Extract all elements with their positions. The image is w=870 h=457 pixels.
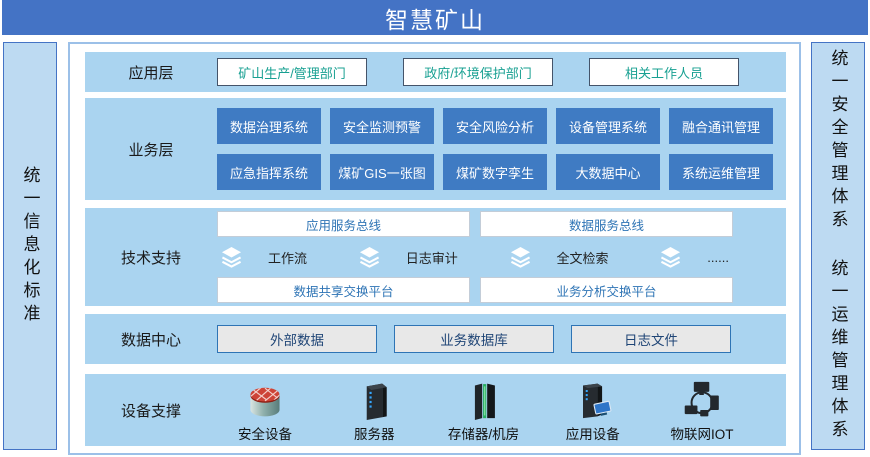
- device-label-application: 应用设备: [566, 423, 620, 443]
- layer-datacenter-label: 数据中心: [85, 314, 217, 364]
- device-iot: 物联网IOT: [654, 378, 750, 443]
- service-log-audit: 日志审计: [359, 246, 458, 268]
- service-label-workflow: 工作流: [268, 248, 307, 267]
- business-button-row-2: 应急指挥系统 煤矿GIS一张图 煤矿数字孪生 大数据中心 系统运维管理: [217, 154, 773, 190]
- device-storage: 存储器/机房: [436, 378, 532, 443]
- layer-device-content: 安全设备 服务器: [217, 374, 750, 446]
- device-server: 服务器: [326, 378, 422, 443]
- business-button-row-1: 数据治理系统 安全监测预警 安全风险分析 设备管理系统 融合通讯管理: [217, 108, 773, 144]
- smart-mine-architecture-diagram: 智慧矿山 统一信息化标准 统一安全管理体系 统一运维管理体系 应用层 矿山生产/…: [0, 0, 870, 457]
- layer-datacenter-content: 外部数据 业务数据库 日志文件: [217, 314, 776, 364]
- page-title: 智慧矿山: [2, 0, 868, 35]
- app-box-mine-production: 矿山生产/管理部门: [217, 58, 367, 86]
- layer-application-label: 应用层: [85, 52, 217, 92]
- business-button-grid: 数据治理系统 安全监测预警 安全风险分析 设备管理系统 融合通讯管理 应急指挥系…: [217, 108, 773, 190]
- layer-business-content: 数据治理系统 安全监测预警 安全风险分析 设备管理系统 融合通讯管理 应急指挥系…: [217, 98, 776, 200]
- layer-application-content: 矿山生产/管理部门 政府/环境保护部门 相关工作人员: [217, 52, 776, 92]
- dc-box-business-database: 业务数据库: [394, 325, 554, 353]
- tech-column: 应用服务总线 数据服务总线 工作流: [217, 211, 733, 303]
- main-panel: 应用层 矿山生产/管理部门 政府/环境保护部门 相关工作人员 业务层 数据治理系…: [68, 42, 801, 455]
- layer-datacenter: 数据中心 外部数据 业务数据库 日志文件: [85, 314, 786, 364]
- biz-btn-data-governance: 数据治理系统: [217, 108, 321, 144]
- biz-btn-digital-twin: 煤矿数字孪生: [443, 154, 547, 190]
- biz-btn-equipment-mgmt: 设备管理系统: [556, 108, 660, 144]
- bus-bar-data-service: 数据服务总线: [480, 211, 733, 237]
- storage-rack-icon: [461, 378, 507, 420]
- biz-btn-gis-one-map: 煤矿GIS一张图: [330, 154, 434, 190]
- biz-btn-system-ops: 系统运维管理: [669, 154, 773, 190]
- dc-box-log-files: 日志文件: [571, 325, 731, 353]
- biz-btn-risk-analysis: 安全风险分析: [443, 108, 547, 144]
- service-label-log-audit: 日志审计: [406, 248, 458, 267]
- bus-bar-application-service: 应用服务总线: [217, 211, 470, 237]
- service-row: 工作流 日志审计 全文检索: [217, 245, 733, 269]
- service-label-more: ......: [707, 250, 729, 265]
- layer-application: 应用层 矿山生产/管理部门 政府/环境保护部门 相关工作人员: [85, 52, 786, 92]
- service-workflow: 工作流: [221, 246, 307, 268]
- right-pillar-label-ops: 统一运维管理体系: [830, 259, 847, 443]
- layers-icon: [510, 246, 531, 268]
- left-pillar-label: 统一信息化标准: [22, 166, 39, 327]
- right-pillar-label-security: 统一安全管理体系: [830, 49, 847, 233]
- service-fulltext-search: 全文检索: [510, 246, 609, 268]
- platform-bar-row: 数据共享交换平台 业务分析交换平台: [217, 277, 733, 303]
- layer-device-label: 设备支撑: [85, 374, 217, 446]
- app-device-icon: [570, 378, 616, 420]
- app-box-government-env: 政府/环境保护部门: [403, 58, 553, 86]
- layer-device-support: 设备支撑: [85, 374, 786, 446]
- dc-box-external-data: 外部数据: [217, 325, 377, 353]
- layer-tech-content: 应用服务总线 数据服务总线 工作流: [217, 208, 776, 306]
- service-label-fulltext: 全文检索: [557, 248, 609, 267]
- left-pillar-unified-info-standard: 统一信息化标准: [3, 42, 57, 450]
- app-box-related-staff: 相关工作人员: [589, 58, 739, 86]
- biz-btn-big-data-center: 大数据中心: [556, 154, 660, 190]
- device-label-security: 安全设备: [238, 423, 292, 443]
- layer-tech-support: 技术支持 应用服务总线 数据服务总线 工作流: [85, 208, 786, 306]
- server-icon: [351, 378, 397, 420]
- layers-icon: [359, 246, 380, 268]
- bus-bar-row: 应用服务总线 数据服务总线: [217, 211, 733, 237]
- biz-btn-comms-mgmt: 融合通讯管理: [669, 108, 773, 144]
- biz-btn-emergency-command: 应急指挥系统: [217, 154, 321, 190]
- service-more: ......: [660, 246, 729, 268]
- platform-business-analysis-exchange: 业务分析交换平台: [480, 277, 733, 303]
- device-label-iot: 物联网IOT: [671, 423, 734, 443]
- device-label-storage: 存储器/机房: [448, 423, 519, 443]
- biz-btn-safety-monitoring: 安全监测预警: [330, 108, 434, 144]
- layers-icon: [660, 246, 681, 268]
- device-application: 应用设备: [545, 378, 641, 443]
- layer-tech-label: 技术支持: [85, 208, 217, 306]
- device-label-server: 服务器: [354, 423, 395, 443]
- layer-business: 业务层 数据治理系统 安全监测预警 安全风险分析 设备管理系统 融合通讯管理 应…: [85, 98, 786, 200]
- layer-business-label: 业务层: [85, 98, 217, 200]
- platform-data-sharing-exchange: 数据共享交换平台: [217, 277, 470, 303]
- firewall-icon: [242, 378, 288, 420]
- device-security: 安全设备: [217, 378, 313, 443]
- layers-icon: [221, 246, 242, 268]
- right-pillar-unified-systems: 统一安全管理体系 统一运维管理体系: [811, 42, 865, 450]
- iot-network-icon: [679, 378, 725, 420]
